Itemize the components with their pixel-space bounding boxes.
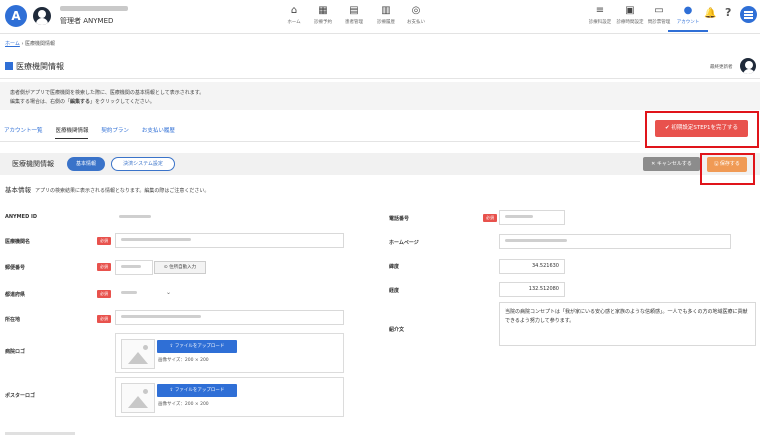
last-editor-label: 最終更新者 <box>710 65 733 70</box>
tab-account-list[interactable]: アカウント一覧 <box>4 126 43 138</box>
image-placeholder-icon <box>121 339 155 369</box>
blurred-text <box>505 215 533 218</box>
history-icon: ▥ <box>381 5 391 16</box>
breadcrumb-home-link[interactable]: ホーム <box>5 41 20 47</box>
schedule-icon: ▣ <box>625 5 635 16</box>
required-badge: 必須 <box>97 237 111 245</box>
nav-account[interactable]: ● アカウント <box>668 4 708 32</box>
payment-settings-pill[interactable]: 決済システム設定 <box>111 157 175 171</box>
blurred-text <box>121 265 141 268</box>
name-input[interactable] <box>115 233 344 248</box>
hospital-logo-label: 病院ロゴ <box>5 349 26 355</box>
anymed-logo[interactable]: A <box>5 5 27 27</box>
image-size-note: 画像サイズ：200 × 200 <box>158 402 209 407</box>
anymed-id-label: ANYMED ID <box>5 214 37 220</box>
upload-logo-button[interactable]: ⇪ ファイルをアップロード <box>157 340 237 353</box>
menu-bar-icon <box>744 17 753 19</box>
save-button[interactable]: 🖫 保存する <box>707 157 747 172</box>
footer-blurred <box>5 432 75 435</box>
breadcrumb: ホーム › 医療機関情報 <box>5 41 56 47</box>
account-tabs: アカウント一覧 医療機関情報 契約プラン お支払い履歴 <box>4 126 186 139</box>
longitude-label: 経度 <box>389 288 400 294</box>
basic-info-heading: 基本情報 アプリの検索結果に表示される情報となります。編集の際はご注意ください。 <box>5 186 210 194</box>
required-badge: 必須 <box>97 290 111 298</box>
chevron-down-icon[interactable]: ⌄ <box>166 289 171 296</box>
highlight-frame: 🖫 保存する <box>700 153 755 185</box>
help-icon[interactable]: ? <box>725 6 731 19</box>
address-input[interactable] <box>115 310 344 325</box>
postal-label: 郵便番号 <box>5 265 26 271</box>
top-header: A 管理者 ANYMED ⌂ ホーム ▦ 診療予約 ▤ 患者管理 ▥ 診療履歴 ◎ お支払… <box>0 0 760 34</box>
basic-info-pill[interactable]: 基本情報 <box>67 157 105 171</box>
latitude-input[interactable]: 34.521630 <box>499 259 565 274</box>
upload-poster-button[interactable]: ⇪ ファイルをアップロード <box>157 384 237 397</box>
poster-logo-label: ポスターロゴ <box>5 393 36 399</box>
payment-icon: ◎ <box>411 5 421 16</box>
calendar-icon: ▦ <box>318 5 328 16</box>
blurred-text <box>121 238 191 241</box>
required-badge: 必須 <box>97 315 111 323</box>
bell-icon[interactable]: 🔔 <box>704 8 716 19</box>
patients-icon: ▤ <box>349 5 359 16</box>
name-label: 医療機関名 <box>5 239 31 245</box>
menu-button[interactable] <box>740 6 757 23</box>
breadcrumb-current: 医療機関情報 <box>25 41 56 47</box>
tab-payment-history[interactable]: お支払い履歴 <box>142 126 175 138</box>
cancel-button[interactable]: ✕ キャンセルする <box>643 157 700 171</box>
intro-textarea[interactable]: 当院の病院コンセプトは「我が家にいる安心感と家族のような信頼感」。一人でも多くの… <box>499 302 756 346</box>
settings-list-icon: ≡ <box>595 5 605 16</box>
nav-payments[interactable]: ◎ お支払い <box>396 4 436 25</box>
poster-logo-upload: ⇪ ファイルをアップロード 画像サイズ：200 × 200 <box>115 377 344 417</box>
longitude-input[interactable]: 132.512080 <box>499 282 565 297</box>
homepage-label: ホームページ <box>389 240 419 246</box>
address-autofill-button[interactable]: ⊙ 住所自動入力 <box>154 261 206 274</box>
latitude-label: 緯度 <box>389 264 400 270</box>
image-placeholder-icon <box>121 383 155 413</box>
blurred-text <box>121 291 137 294</box>
tab-medical-institution[interactable]: 医療機関情報 <box>55 126 89 139</box>
tab-contract-plan[interactable]: 契約プラン <box>101 126 129 138</box>
highlight-frame: ✔ 初期設定STEP1を完了する <box>645 111 759 148</box>
hospital-logo-upload: ⇪ ファイルをアップロード 画像サイズ：200 × 200 <box>115 333 344 373</box>
anymed-id-value-blurred <box>119 215 151 218</box>
image-size-note: 画像サイズ：200 × 200 <box>158 358 209 363</box>
admin-label: 管理者 ANYMED <box>60 17 114 25</box>
editor-avatar <box>740 58 756 74</box>
postal-input[interactable] <box>115 260 153 275</box>
phone-input[interactable] <box>499 210 565 225</box>
building-icon <box>5 62 13 70</box>
intro-label: 紹介文 <box>389 327 405 333</box>
divider <box>0 141 640 142</box>
section-title: 医療機関情報 <box>12 160 54 168</box>
blurred-text <box>505 239 567 242</box>
phone-label: 電話番号 <box>389 216 410 222</box>
blurred-text <box>121 315 201 318</box>
hospital-avatar <box>33 7 51 25</box>
hospital-name-blurred <box>60 6 128 11</box>
home-icon: ⌂ <box>290 5 298 16</box>
prefecture-label: 都道府県 <box>5 292 26 298</box>
page-title: 医療機関情報 <box>5 61 64 72</box>
required-badge: 必須 <box>483 214 497 222</box>
menu-bar-icon <box>744 14 753 16</box>
complete-step1-button[interactable]: ✔ 初期設定STEP1を完了する <box>655 120 748 137</box>
address-label: 所在地 <box>5 317 21 323</box>
required-badge: 必須 <box>97 263 111 271</box>
homepage-input[interactable] <box>499 234 731 249</box>
account-icon: ● <box>683 5 693 16</box>
menu-bar-icon <box>744 11 753 13</box>
notice-box: 患者側がアプリで医療機関を検索した際に、医療機関の基本情報として表示されます。 … <box>0 82 760 110</box>
section-bar: 医療機関情報 基本情報 決済システム設定 ✕ キャンセルする <box>0 153 760 175</box>
folder-icon: ▭ <box>654 5 664 16</box>
divider <box>0 78 760 79</box>
